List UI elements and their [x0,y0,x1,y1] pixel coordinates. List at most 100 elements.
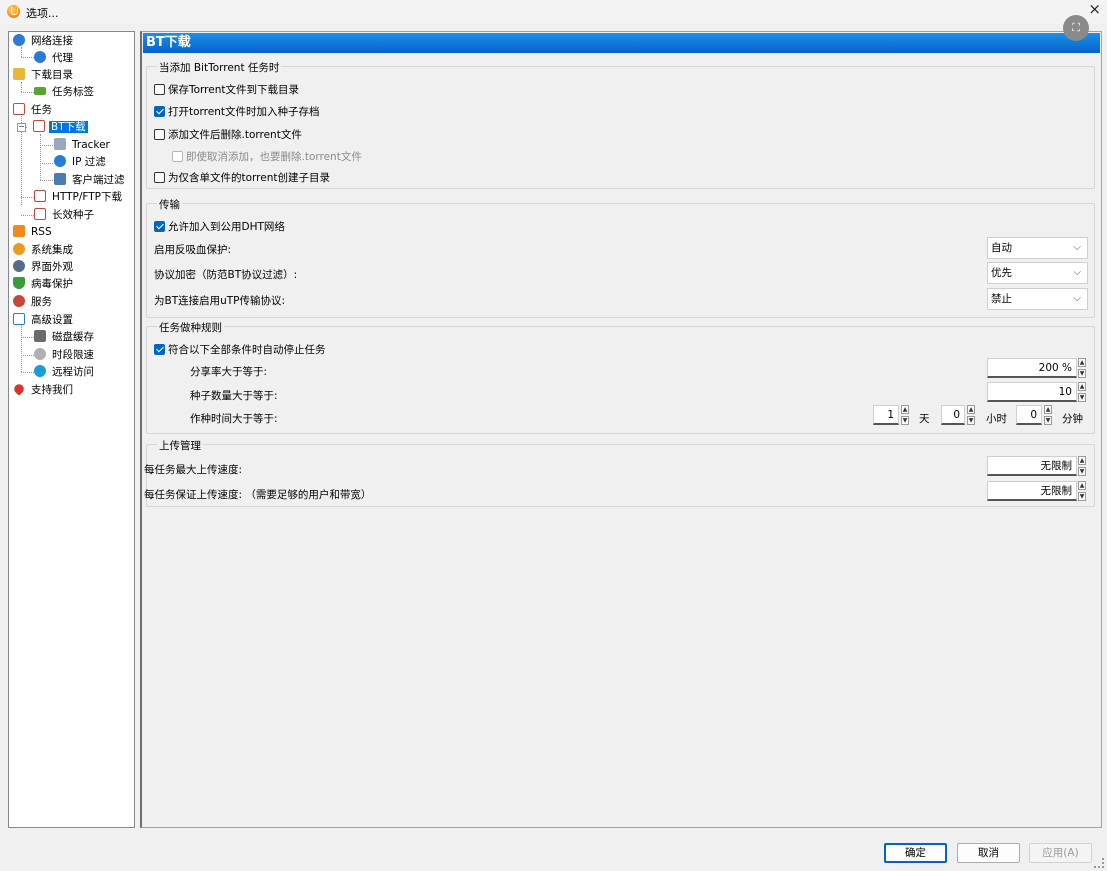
encryption-select[interactable]: 优先 ⌵ [987,262,1088,284]
tree-item-bt-download[interactable]: BT下载 [33,119,88,136]
tree-item-rss[interactable]: RSS [13,224,54,241]
hours-input[interactable]: 0 [941,405,965,425]
time-limit-icon [34,348,46,360]
dht-option[interactable]: 允许加入到公用DHT网络 [154,219,285,234]
spin-up-icon[interactable]: ▲ [967,405,975,414]
days-unit: 天 [919,413,930,425]
ratio-input[interactable]: 200 % [987,358,1077,378]
delete-torrent-option[interactable]: 添加文件后删除.torrent文件 [154,127,302,142]
guarantee-upload-label: 每任务保证上传速度: （需要足够的用户和带宽） [144,489,372,501]
seeds-input[interactable]: 10 [987,382,1077,402]
appearance-icon [13,260,25,272]
long-seed-icon [34,208,46,220]
tree-item-long-seed[interactable]: 长效种子 [34,207,96,224]
spin-up-icon[interactable]: ▲ [1078,358,1086,367]
task-icon [13,103,25,115]
tree-item-tracker[interactable]: Tracker [54,137,112,154]
days-spinner[interactable]: ▲ ▼ [901,405,909,425]
delete-on-cancel-option: 即使取消添加，也要删除.torrent文件 [172,149,362,164]
anti-leech-select[interactable]: 自动 ⌵ [987,237,1088,259]
tree-item-tasks[interactable]: 任务 [13,102,54,119]
spin-up-icon[interactable]: ▲ [1044,405,1052,414]
spin-down-icon[interactable]: ▼ [1078,369,1086,378]
guarantee-upload-input[interactable]: 无限制 [987,481,1077,501]
tree-item-time-limit[interactable]: 时段限速 [34,347,96,364]
anti-leech-label: 启用反吸血保护: [154,244,232,256]
bt-expander[interactable]: − [17,123,26,132]
save-torrent-option[interactable]: 保存Torrent文件到下载目录 [154,82,299,97]
delete-torrent-checkbox[interactable] [154,129,165,140]
archive-seed-option[interactable]: 打开torrent文件时加入种子存档 [154,104,320,119]
max-upload-input[interactable]: 无限制 [987,456,1077,476]
dht-checkbox[interactable] [154,221,165,232]
group-add-torrent: 当添加 BitTorrent 任务时 保存Torrent文件到下载目录 打开to… [146,60,1095,189]
save-torrent-checkbox[interactable] [154,84,165,95]
group-seeding: 任务做种规则 符合以下全部条件时自动停止任务 分享率大于等于: 200 % ▲ ▼… [146,320,1095,434]
spin-down-icon[interactable]: ▼ [1078,492,1086,501]
ratio-spinner[interactable]: ▲ ▼ [1078,358,1086,378]
bt-task-icon [33,120,45,132]
days-input[interactable]: 1 [873,405,899,425]
options-tree[interactable]: − 网络连接 代理 下载目录 任务标签 任务 BT下载 Tracker IP 过… [8,31,135,828]
max-upload-spinner[interactable]: ▲ ▼ [1078,456,1086,476]
http-task-icon [34,190,46,202]
tree-item-client-filter[interactable]: 客户端过滤 [54,172,127,189]
chevron-down-icon: ⌵ [1073,267,1081,278]
tree-item-proxy[interactable]: 代理 [34,50,75,67]
guarantee-upload-spinner[interactable]: ▲ ▼ [1078,481,1086,501]
spin-down-icon[interactable]: ▼ [967,416,975,425]
globe-icon [13,34,25,46]
spin-down-icon[interactable]: ▼ [901,416,909,425]
proxy-globe-icon [34,51,46,63]
spin-up-icon[interactable]: ▲ [1078,382,1086,391]
settings-panel: BT下载 当添加 BitTorrent 任务时 保存Torrent文件到下载目录… [140,31,1102,828]
folder-icon [13,68,25,80]
spin-up-icon[interactable]: ▲ [901,405,909,414]
spin-down-icon[interactable]: ▼ [1044,416,1052,425]
hours-unit: 小时 [986,413,1007,425]
tree-item-virus[interactable]: 病毒保护 [13,276,75,293]
window-title: 选项... [26,7,59,20]
single-file-subdir-checkbox[interactable] [154,172,165,183]
minutes-input[interactable]: 0 [1016,405,1042,425]
tree-item-advanced[interactable]: 高级设置 [13,312,75,329]
tree-item-support[interactable]: 支持我们 [12,382,75,399]
tree-item-network[interactable]: 网络连接 [13,33,75,50]
chevron-down-icon: ⌵ [1073,242,1081,253]
group-title: 任务做种规则 [157,320,224,335]
archive-seed-checkbox[interactable] [154,106,165,117]
auto-stop-option[interactable]: 符合以下全部条件时自动停止任务 [154,342,326,357]
tree-item-integration[interactable]: 系统集成 [13,242,75,259]
spin-up-icon[interactable]: ▲ [1078,481,1086,490]
screenshot-tool-icon[interactable]: ⛶ [1063,15,1089,41]
auto-stop-checkbox[interactable] [154,344,165,355]
tree-item-appearance[interactable]: 界面外观 [13,259,75,276]
cancel-button[interactable]: 取消 [957,843,1020,863]
hours-spinner[interactable]: ▲ ▼ [967,405,975,425]
apply-button[interactable]: 应用(A) [1029,843,1092,863]
spin-down-icon[interactable]: ▼ [1078,393,1086,402]
utp-select[interactable]: 禁止 ⌵ [987,288,1088,310]
spin-down-icon[interactable]: ▼ [1078,467,1086,476]
tree-item-disk-cache[interactable]: 磁盘缓存 [34,329,96,346]
resize-grip[interactable] [1094,858,1104,868]
tracker-icon [54,138,66,150]
tree-item-service[interactable]: 服务 [13,294,54,311]
tree-item-download-dir[interactable]: 下载目录 [13,67,75,84]
service-icon [13,295,25,307]
seeds-label: 种子数量大于等于: [190,390,278,402]
single-file-subdir-option[interactable]: 为仅含单文件的torrent创建子目录 [154,170,330,185]
tree-item-http-ftp[interactable]: HTTP/FTP下载 [34,189,124,206]
tree-item-ip-filter[interactable]: IP 过滤 [54,154,108,171]
seeds-spinner[interactable]: ▲ ▼ [1078,382,1086,402]
tree-item-remote-access[interactable]: 远程访问 [34,364,96,381]
heart-icon [12,382,26,396]
encryption-label: 协议加密（防范BT协议过滤）: [154,269,298,281]
tree-item-task-tags[interactable]: 任务标签 [34,84,96,101]
client-filter-icon [54,173,66,185]
ok-button[interactable]: 确定 [884,843,947,863]
minutes-spinner[interactable]: ▲ ▼ [1044,405,1052,425]
panel-title: BT下载 [143,33,1100,53]
spin-up-icon[interactable]: ▲ [1078,456,1086,465]
close-button[interactable]: × [1088,1,1101,17]
